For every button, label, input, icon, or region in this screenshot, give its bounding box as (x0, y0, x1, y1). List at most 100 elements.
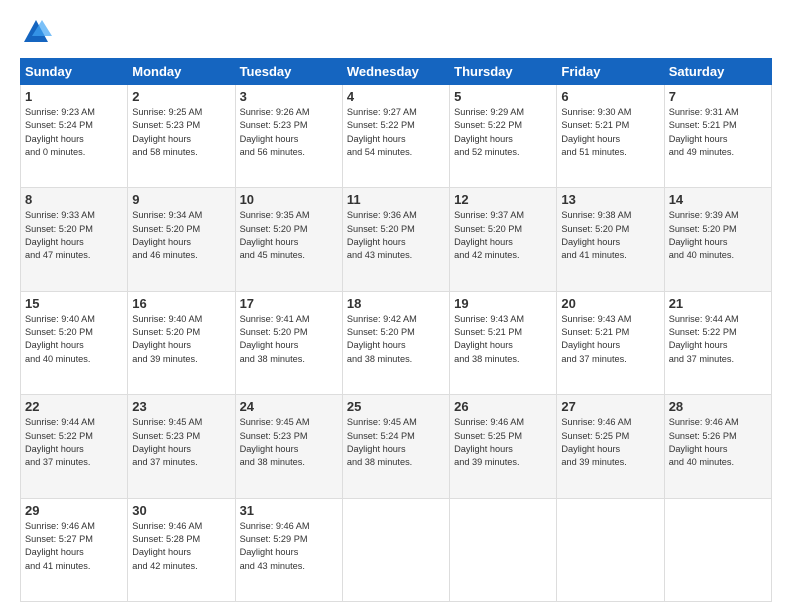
day-info: Sunrise: 9:29 AMSunset: 5:22 PMDaylight … (454, 106, 552, 159)
day-info: Sunrise: 9:42 AMSunset: 5:20 PMDaylight … (347, 313, 445, 366)
calendar-cell: 6 Sunrise: 9:30 AMSunset: 5:21 PMDaylight… (557, 85, 664, 188)
calendar-cell: 15 Sunrise: 9:40 AMSunset: 5:20 PMDayligh… (21, 291, 128, 394)
week-row-2: 15 Sunrise: 9:40 AMSunset: 5:20 PMDayligh… (21, 291, 772, 394)
day-number: 23 (132, 399, 230, 414)
calendar-cell: 5Sunrise: 9:29 AMSunset: 5:22 PMDaylight… (450, 85, 557, 188)
calendar-cell: 9Sunrise: 9:34 AMSunset: 5:20 PMDaylight… (128, 188, 235, 291)
calendar-cell (557, 498, 664, 601)
day-info: Sunrise: 9:23 AMSunset: 5:24 PMDaylight … (25, 106, 123, 159)
day-number: 15 (25, 296, 123, 311)
day-number: 4 (347, 89, 445, 104)
day-number: 26 (454, 399, 552, 414)
day-number: 31 (240, 503, 338, 518)
day-number: 28 (669, 399, 767, 414)
day-info: Sunrise: 9:43 AMSunset: 5:21 PMDaylight … (454, 313, 552, 366)
day-header-tuesday: Tuesday (235, 59, 342, 85)
day-number: 7 (669, 89, 767, 104)
calendar-cell: 11Sunrise: 9:36 AMSunset: 5:20 PMDayligh… (342, 188, 449, 291)
calendar-cell: 25 Sunrise: 9:45 AMSunset: 5:24 PMDayligh… (342, 395, 449, 498)
calendar-cell: 4 Sunrise: 9:27 AMSunset: 5:22 PMDaylight… (342, 85, 449, 188)
calendar-cell (450, 498, 557, 601)
day-number: 10 (240, 192, 338, 207)
day-info: Sunrise: 9:46 AMSunset: 5:29 PMDaylight … (240, 520, 338, 573)
day-info: Sunrise: 9:27 AMSunset: 5:22 PMDaylight … (347, 106, 445, 159)
calendar-cell: 24 Sunrise: 9:45 AMSunset: 5:23 PMDayligh… (235, 395, 342, 498)
calendar-cell: 3Sunrise: 9:26 AMSunset: 5:23 PMDaylight… (235, 85, 342, 188)
calendar-cell: 14 Sunrise: 9:39 AMSunset: 5:20 PMDayligh… (664, 188, 771, 291)
calendar-cell: 23 Sunrise: 9:45 AMSunset: 5:23 PMDayligh… (128, 395, 235, 498)
week-row-0: 1 Sunrise: 9:23 AMSunset: 5:24 PMDaylight… (21, 85, 772, 188)
day-info: Sunrise: 9:39 AMSunset: 5:20 PMDaylight … (669, 209, 767, 262)
day-info: Sunrise: 9:40 AMSunset: 5:20 PMDaylight … (132, 313, 230, 366)
calendar-cell: 18 Sunrise: 9:42 AMSunset: 5:20 PMDayligh… (342, 291, 449, 394)
calendar-cell: 1 Sunrise: 9:23 AMSunset: 5:24 PMDaylight… (21, 85, 128, 188)
day-number: 17 (240, 296, 338, 311)
day-header-saturday: Saturday (664, 59, 771, 85)
calendar-cell: 20Sunrise: 9:43 AMSunset: 5:21 PMDayligh… (557, 291, 664, 394)
day-header-monday: Monday (128, 59, 235, 85)
day-info: Sunrise: 9:37 AMSunset: 5:20 PMDaylight … (454, 209, 552, 262)
calendar-cell: 12 Sunrise: 9:37 AMSunset: 5:20 PMDayligh… (450, 188, 557, 291)
calendar-cell: 29Sunrise: 9:46 AMSunset: 5:27 PMDayligh… (21, 498, 128, 601)
day-info: Sunrise: 9:38 AMSunset: 5:20 PMDaylight … (561, 209, 659, 262)
calendar-cell: 28Sunrise: 9:46 AMSunset: 5:26 PMDayligh… (664, 395, 771, 498)
calendar-cell (342, 498, 449, 601)
day-info: Sunrise: 9:45 AMSunset: 5:24 PMDaylight … (347, 416, 445, 469)
day-info: Sunrise: 9:45 AMSunset: 5:23 PMDaylight … (132, 416, 230, 469)
day-number: 14 (669, 192, 767, 207)
page: SundayMondayTuesdayWednesdayThursdayFrid… (0, 0, 792, 612)
day-info: Sunrise: 9:35 AMSunset: 5:20 PMDaylight … (240, 209, 338, 262)
day-number: 20 (561, 296, 659, 311)
day-number: 27 (561, 399, 659, 414)
calendar-cell: 31 Sunrise: 9:46 AMSunset: 5:29 PMDayligh… (235, 498, 342, 601)
calendar-cell: 10 Sunrise: 9:35 AMSunset: 5:20 PMDayligh… (235, 188, 342, 291)
calendar-cell: 27 Sunrise: 9:46 AMSunset: 5:25 PMDayligh… (557, 395, 664, 498)
day-info: Sunrise: 9:45 AMSunset: 5:23 PMDaylight … (240, 416, 338, 469)
day-number: 3 (240, 89, 338, 104)
calendar-body: 1 Sunrise: 9:23 AMSunset: 5:24 PMDaylight… (21, 85, 772, 602)
calendar-cell: 22Sunrise: 9:44 AMSunset: 5:22 PMDayligh… (21, 395, 128, 498)
calendar-cell (664, 498, 771, 601)
day-info: Sunrise: 9:46 AMSunset: 5:27 PMDaylight … (25, 520, 123, 573)
day-number: 2 (132, 89, 230, 104)
calendar-cell: 16 Sunrise: 9:40 AMSunset: 5:20 PMDayligh… (128, 291, 235, 394)
day-number: 18 (347, 296, 445, 311)
day-header-friday: Friday (557, 59, 664, 85)
calendar-cell: 17 Sunrise: 9:41 AMSunset: 5:20 PMDayligh… (235, 291, 342, 394)
day-info: Sunrise: 9:30 AMSunset: 5:21 PMDaylight … (561, 106, 659, 159)
day-number: 30 (132, 503, 230, 518)
calendar-cell: 19Sunrise: 9:43 AMSunset: 5:21 PMDayligh… (450, 291, 557, 394)
calendar-header: SundayMondayTuesdayWednesdayThursdayFrid… (21, 59, 772, 85)
day-number: 16 (132, 296, 230, 311)
calendar-cell: 26 Sunrise: 9:46 AMSunset: 5:25 PMDayligh… (450, 395, 557, 498)
day-info: Sunrise: 9:31 AMSunset: 5:21 PMDaylight … (669, 106, 767, 159)
day-info: Sunrise: 9:44 AMSunset: 5:22 PMDaylight … (669, 313, 767, 366)
day-number: 24 (240, 399, 338, 414)
calendar-cell: 8 Sunrise: 9:33 AMSunset: 5:20 PMDaylight… (21, 188, 128, 291)
day-number: 21 (669, 296, 767, 311)
day-number: 1 (25, 89, 123, 104)
day-info: Sunrise: 9:46 AMSunset: 5:25 PMDaylight … (454, 416, 552, 469)
day-header-wednesday: Wednesday (342, 59, 449, 85)
day-header-sunday: Sunday (21, 59, 128, 85)
day-info: Sunrise: 9:41 AMSunset: 5:20 PMDaylight … (240, 313, 338, 366)
day-number: 12 (454, 192, 552, 207)
day-number: 8 (25, 192, 123, 207)
calendar: SundayMondayTuesdayWednesdayThursdayFrid… (20, 58, 772, 602)
logo-icon (20, 16, 52, 48)
day-info: Sunrise: 9:25 AMSunset: 5:23 PMDaylight … (132, 106, 230, 159)
calendar-cell: 21 Sunrise: 9:44 AMSunset: 5:22 PMDayligh… (664, 291, 771, 394)
calendar-cell: 30Sunrise: 9:46 AMSunset: 5:28 PMDayligh… (128, 498, 235, 601)
week-row-4: 29Sunrise: 9:46 AMSunset: 5:27 PMDayligh… (21, 498, 772, 601)
calendar-cell: 13 Sunrise: 9:38 AMSunset: 5:20 PMDayligh… (557, 188, 664, 291)
day-info: Sunrise: 9:46 AMSunset: 5:25 PMDaylight … (561, 416, 659, 469)
day-number: 11 (347, 192, 445, 207)
day-info: Sunrise: 9:33 AMSunset: 5:20 PMDaylight … (25, 209, 123, 262)
day-info: Sunrise: 9:40 AMSunset: 5:20 PMDaylight … (25, 313, 123, 366)
day-number: 13 (561, 192, 659, 207)
day-number: 6 (561, 89, 659, 104)
day-info: Sunrise: 9:34 AMSunset: 5:20 PMDaylight … (132, 209, 230, 262)
logo (20, 16, 56, 48)
day-number: 25 (347, 399, 445, 414)
day-header-thursday: Thursday (450, 59, 557, 85)
